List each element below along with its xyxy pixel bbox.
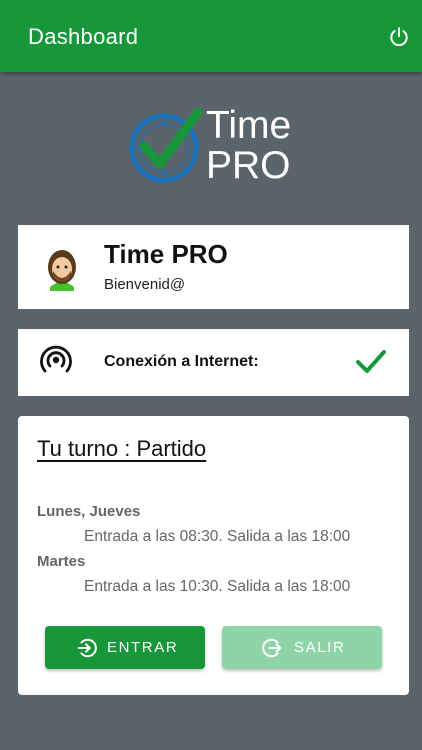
login-icon xyxy=(77,638,97,658)
schedule-days: Lunes, Jueves xyxy=(37,503,141,520)
enter-button-label: ENTRAR xyxy=(107,639,179,656)
profile-card: Time PRO Bienvenid@ xyxy=(18,225,409,309)
app-bar: Dashboard xyxy=(0,0,422,72)
connection-label: Conexión a Internet: xyxy=(104,353,259,370)
logo-word-bottom: PRO xyxy=(206,144,291,187)
exit-button-label: SALIR xyxy=(294,639,346,656)
schedule-hours: Entrada a las 08:30. Salida a las 18:00 xyxy=(84,528,351,545)
schedule-hours: Entrada a las 10:30. Salida a las 18:00 xyxy=(84,578,351,595)
shift-card: Tu turno : Partido Lunes, Jueves Entrada… xyxy=(18,416,409,695)
app-logo: Time PRO xyxy=(126,100,302,188)
logout-icon xyxy=(262,638,282,658)
page-title: Dashboard xyxy=(28,24,139,49)
schedule-days: Martes xyxy=(37,553,86,570)
exit-button[interactable]: SALIR xyxy=(222,626,382,669)
user-avatar-icon xyxy=(48,250,76,291)
enter-button[interactable]: ENTRAR xyxy=(45,626,205,669)
clock-check-icon xyxy=(129,108,203,183)
power-icon[interactable] xyxy=(388,26,410,48)
profile-greeting: Bienvenid@ xyxy=(104,276,186,293)
wifi-signal-icon xyxy=(40,345,72,373)
logo-word-top: Time xyxy=(206,104,292,147)
profile-name: Time PRO xyxy=(104,239,228,269)
check-icon xyxy=(356,350,386,373)
connection-card: Conexión a Internet: xyxy=(18,329,409,396)
shift-title: Tu turno : Partido xyxy=(37,436,207,461)
